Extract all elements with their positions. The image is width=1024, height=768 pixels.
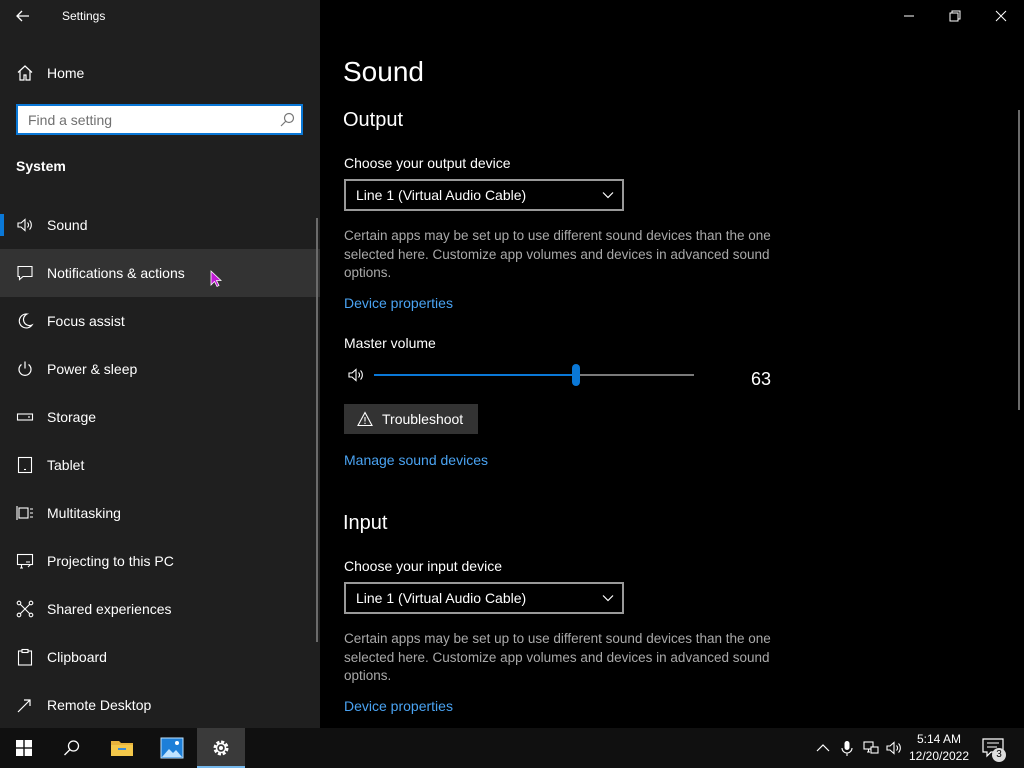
sidebar-item-label: Shared experiences <box>47 601 172 617</box>
manage-sound-devices-link[interactable]: Manage sound devices <box>344 452 488 468</box>
minimize-icon <box>904 15 914 17</box>
sidebar-item-home[interactable]: Home <box>0 55 320 91</box>
restore-icon <box>949 10 961 22</box>
system-clock[interactable]: 5:14 AM 12/20/2022 <box>904 731 974 765</box>
file-explorer-button[interactable] <box>98 728 146 768</box>
output-device-label: Choose your output device <box>344 155 511 171</box>
microphone-icon[interactable] <box>839 740 855 756</box>
sidebar-item-label: Multitasking <box>47 505 121 521</box>
sidebar-item-multitasking[interactable]: Multitasking <box>0 489 320 537</box>
minimize-button[interactable] <box>886 0 932 32</box>
master-volume-label: Master volume <box>344 335 436 351</box>
multitasking-icon <box>16 506 33 520</box>
input-device-label: Choose your input device <box>344 558 502 574</box>
page-title: Sound <box>343 56 424 87</box>
speaker-icon <box>17 218 32 232</box>
sidebar-item-label: Home <box>47 65 85 81</box>
settings-app-button[interactable] <box>197 728 245 768</box>
input-device-dropdown[interactable]: Line 1 (Virtual Audio Cable) <box>344 582 624 614</box>
close-icon <box>995 10 1007 22</box>
storage-icon <box>16 413 34 421</box>
power-icon <box>18 361 32 376</box>
network-icon[interactable] <box>863 740 879 756</box>
sidebar-item-label: Sound <box>47 217 88 233</box>
input-description: Certain apps may be set up to use differ… <box>344 631 771 683</box>
warning-icon <box>357 411 373 427</box>
input-section-title: Input <box>343 512 388 534</box>
home-icon <box>17 65 33 81</box>
output-device-value: Line 1 (Virtual Audio Cable) <box>356 187 527 203</box>
sidebar-item-label: Notifications & actions <box>47 265 185 281</box>
sidebar-item-label: Remote Desktop <box>47 697 152 713</box>
projecting-icon <box>16 553 34 569</box>
volume-icon[interactable] <box>347 366 365 384</box>
output-description: Certain apps may be set up to use differ… <box>344 228 771 280</box>
slider-fill <box>374 374 576 376</box>
search-input[interactable] <box>18 106 278 133</box>
sidebar-item-label: Tablet <box>47 457 85 473</box>
sidebar-item-notifications[interactable]: Notifications & actions <box>0 249 320 297</box>
back-button[interactable] <box>0 0 46 32</box>
sidebar-item-power-sleep[interactable]: Power & sleep <box>0 345 320 393</box>
sidebar-item-label: Focus assist <box>47 313 125 329</box>
mouse-cursor-icon <box>210 270 222 288</box>
taskbar: 5:14 AM 12/20/2022 3 <box>0 728 1024 768</box>
troubleshoot-button[interactable]: Troubleshoot <box>344 404 478 434</box>
sidebar-item-focus-assist[interactable]: Focus assist <box>0 297 320 345</box>
sidebar-item-label: Projecting to this PC <box>47 553 174 569</box>
remote-desktop-icon <box>17 699 31 713</box>
back-arrow-icon <box>16 10 29 22</box>
search-icon <box>64 740 80 756</box>
volume-value: 63 <box>751 369 772 389</box>
troubleshoot-label: Troubleshoot <box>382 411 464 427</box>
sidebar-item-storage[interactable]: Storage <box>0 393 320 441</box>
section-label-system: System <box>16 158 66 174</box>
photos-app-button[interactable] <box>148 728 196 768</box>
sidebar-item-label: Power & sleep <box>47 361 138 377</box>
sidebar-item-sound[interactable]: Sound <box>0 201 320 249</box>
output-section-title: Output <box>343 109 404 131</box>
volume-tray-icon[interactable] <box>886 740 902 756</box>
sidebar-item-clipboard[interactable]: Clipboard <box>0 633 320 681</box>
selection-indicator <box>0 214 4 236</box>
sidebar-item-remote-desktop[interactable]: Remote Desktop <box>0 681 320 729</box>
gear-icon <box>213 740 229 756</box>
moon-icon <box>18 313 34 329</box>
sidebar-item-shared-experiences[interactable]: Shared experiences <box>0 585 320 633</box>
tablet-icon <box>17 456 33 474</box>
output-device-properties-link[interactable]: Device properties <box>344 295 453 311</box>
main-scrollbar[interactable] <box>1018 110 1020 410</box>
master-volume-slider[interactable] <box>374 364 694 386</box>
clock-date: 12/20/2022 <box>908 749 970 763</box>
message-icon <box>17 265 33 281</box>
input-device-value: Line 1 (Virtual Audio Cable) <box>356 590 527 606</box>
shared-icon <box>16 600 34 618</box>
sidebar-item-tablet[interactable]: Tablet <box>0 441 320 489</box>
sidebar-item-label: Storage <box>47 409 97 425</box>
sidebar-item-projecting[interactable]: Projecting to this PC <box>0 537 320 585</box>
output-device-dropdown[interactable]: Line 1 (Virtual Audio Cable) <box>344 179 624 211</box>
search-taskbar-button[interactable] <box>48 728 96 768</box>
restore-button[interactable] <box>932 0 978 32</box>
chevron-down-icon <box>602 595 614 602</box>
sidebar: Settings Home System Sound Notifications <box>0 0 320 728</box>
notification-count-badge: 3 <box>992 748 1006 762</box>
start-button[interactable] <box>0 728 48 768</box>
nav-list: Sound Notifications & actions Focus assi… <box>0 201 320 729</box>
app-title: Settings <box>62 9 106 23</box>
photos-icon <box>160 737 184 759</box>
sidebar-scrollbar[interactable] <box>316 218 318 642</box>
clock-time: 5:14 AM <box>916 732 962 746</box>
close-button[interactable] <box>978 0 1024 32</box>
slider-thumb[interactable] <box>571 364 580 386</box>
windows-logo-icon <box>16 740 32 756</box>
search-icon[interactable] <box>280 112 295 127</box>
chevron-down-icon <box>602 192 614 199</box>
sidebar-item-label: Clipboard <box>47 649 107 665</box>
input-device-properties-link[interactable]: Device properties <box>344 698 453 714</box>
clipboard-icon <box>17 648 33 666</box>
show-hidden-icons-chevron-up-icon[interactable] <box>815 740 831 756</box>
folder-icon <box>111 741 133 756</box>
search-box[interactable] <box>16 104 303 135</box>
